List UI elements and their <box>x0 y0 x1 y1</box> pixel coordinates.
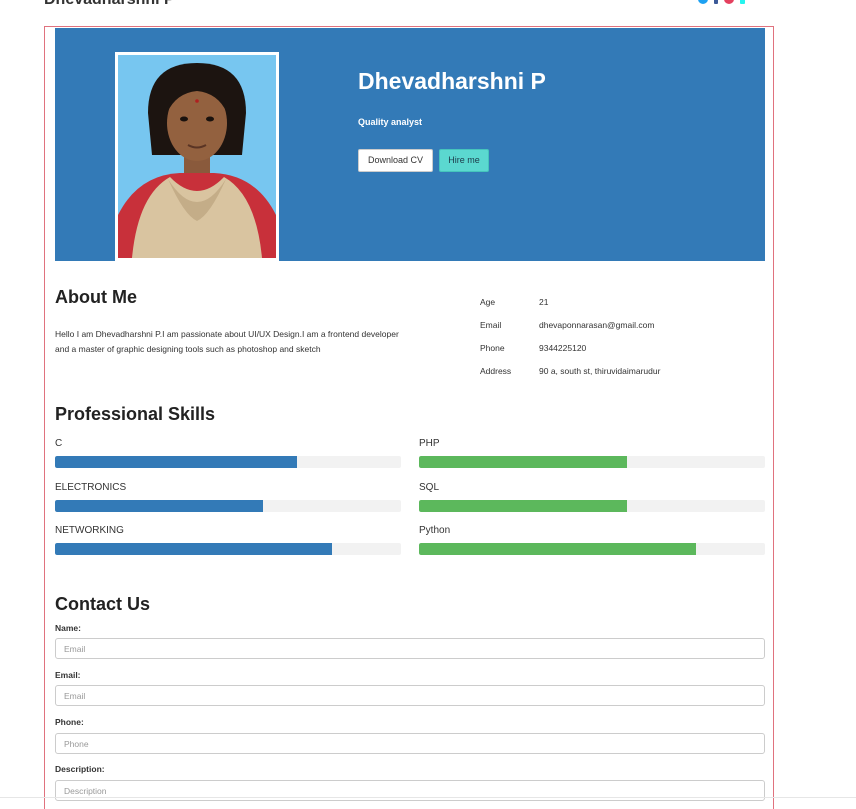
skill-php: PHP <box>419 438 765 468</box>
info-value: 90 a, south st, thiruvidaimarudur <box>539 366 661 376</box>
info-value: dhevaponnarasan@gmail.com <box>539 320 655 330</box>
email-field[interactable] <box>55 685 765 706</box>
resume-page: Dhevadharshni P Quality analyst Download… <box>44 26 774 809</box>
profile-photo-illustration <box>118 55 276 258</box>
about-heading: About Me <box>55 287 137 307</box>
info-value: 9344225120 <box>539 343 587 353</box>
skill-track <box>419 456 765 468</box>
description-label: Description: <box>55 764 105 774</box>
skill-track <box>419 543 765 555</box>
info-key: Age <box>480 297 496 307</box>
facebook-icon[interactable] <box>714 0 718 4</box>
skill-python: Python <box>419 525 765 555</box>
social-links <box>698 0 745 4</box>
contact-heading: Contact Us <box>55 594 151 614</box>
skill-label: ELECTRONICS <box>55 482 127 493</box>
info-value: 21 <box>539 297 549 307</box>
skill-label: SQL <box>419 482 440 493</box>
instagram-icon[interactable] <box>724 0 734 4</box>
site-brand[interactable]: Dhevadharshni P <box>44 0 175 9</box>
hire-me-button[interactable]: Hire me <box>439 149 489 172</box>
skill-label: NETWORKING <box>55 525 124 536</box>
twitter-icon[interactable] <box>698 0 708 4</box>
skill-fill <box>55 543 332 555</box>
name-label: Name: <box>55 623 81 633</box>
skill-label: PHP <box>419 438 440 449</box>
skill-c: C <box>55 438 401 468</box>
email-label: Email: <box>55 670 81 680</box>
skill-networking: NETWORKING <box>55 525 401 555</box>
skill-fill <box>55 456 298 468</box>
top-navbar: Dhevadharshni P <box>0 0 856 10</box>
skill-fill <box>55 500 263 512</box>
skill-fill <box>419 543 696 555</box>
skill-sql: SQL <box>419 482 765 512</box>
skill-track <box>419 500 765 512</box>
hero-role: Quality analyst <box>358 117 423 127</box>
phone-field[interactable] <box>55 733 765 754</box>
name-field[interactable] <box>55 638 765 659</box>
hero-name: Dhevadharshni P <box>358 68 546 94</box>
profile-photo <box>115 52 279 261</box>
skill-electronics: ELECTRONICS <box>55 482 401 512</box>
about-text: Hello I am Dhevadharshni P.I am passiona… <box>55 329 399 354</box>
skill-fill <box>419 500 627 512</box>
skill-track <box>55 543 401 555</box>
skill-track <box>55 500 401 512</box>
skill-label: Python <box>419 525 451 536</box>
tiktok-icon[interactable] <box>740 0 745 4</box>
skill-label: C <box>55 438 63 449</box>
info-key: Email <box>480 320 502 330</box>
skills-heading: Professional Skills <box>55 404 216 424</box>
skill-track <box>55 456 401 468</box>
hero-banner: Dhevadharshni P Quality analyst Download… <box>55 28 765 261</box>
page-bottom-divider <box>0 797 856 798</box>
info-key: Phone <box>480 343 505 353</box>
phone-label: Phone: <box>55 717 84 727</box>
download-cv-button[interactable]: Download CV <box>358 149 433 172</box>
info-key: Address <box>480 366 512 376</box>
skill-fill <box>419 456 627 468</box>
